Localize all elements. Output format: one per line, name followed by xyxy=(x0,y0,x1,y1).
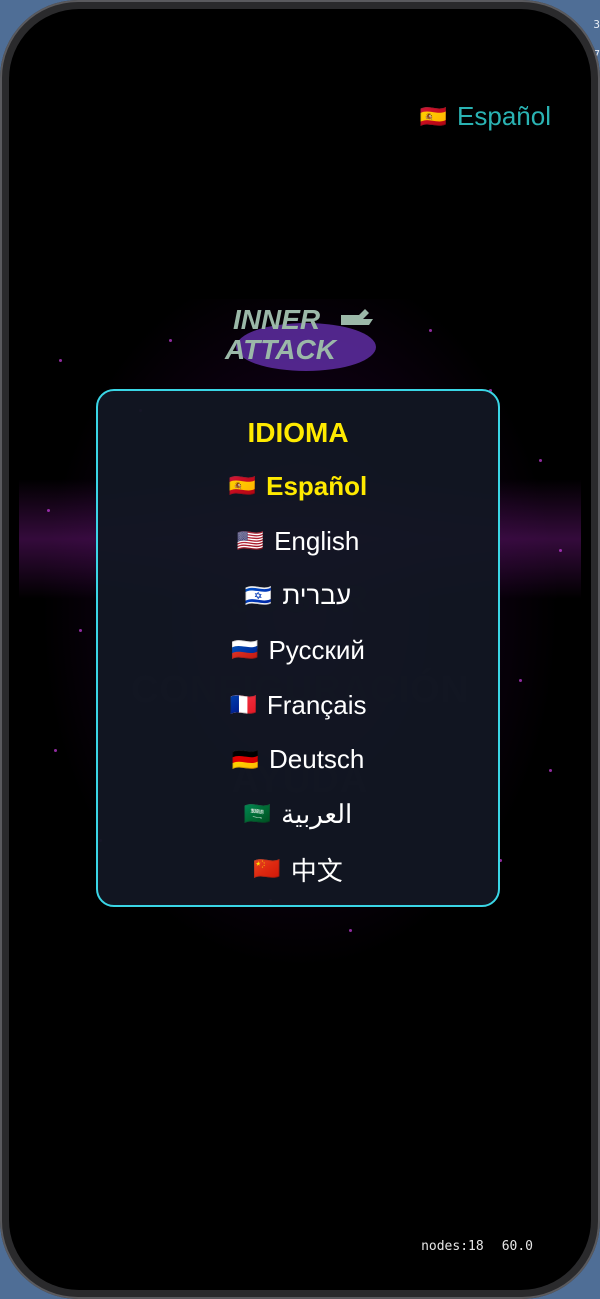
device-frame: 🇪🇸 Español INNER ATTACK JUGAR CONFIGURAC… xyxy=(0,0,600,1299)
star xyxy=(79,629,82,632)
language-option-label: Deutsch xyxy=(269,744,365,775)
china-flag-icon: 🇨🇳 xyxy=(253,856,281,882)
language-modal: IDIOMA 🇪🇸 Español 🇺🇸 English 🇮🇱 עברית 🇷🇺… xyxy=(96,389,500,907)
language-option-label: 中文 xyxy=(290,855,343,886)
france-flag-icon: 🇫🇷 xyxy=(229,692,257,718)
israel-flag-icon: 🇮🇱 xyxy=(244,582,273,608)
saudi-flag-icon: 🇸🇦 xyxy=(243,801,272,827)
star xyxy=(54,749,57,752)
us-flag-icon: 🇺🇸 xyxy=(236,528,265,554)
language-option-he[interactable]: 🇮🇱 עברית xyxy=(98,568,498,623)
star xyxy=(539,459,542,462)
star xyxy=(59,359,62,362)
language-option-ar[interactable]: 🇸🇦 العربية xyxy=(98,787,498,842)
language-list: 🇪🇸 Español 🇺🇸 English 🇮🇱 עברית 🇷🇺 Русски… xyxy=(98,459,498,897)
star xyxy=(349,929,352,932)
language-option-label: Español xyxy=(266,470,368,501)
current-language-label: Español xyxy=(457,101,551,131)
language-option-zh[interactable]: 🇨🇳 中文 xyxy=(98,842,498,897)
language-option-es[interactable]: 🇪🇸 Español xyxy=(98,459,498,514)
language-option-label: Français xyxy=(266,689,367,720)
language-option-label: Русский xyxy=(268,634,365,665)
language-option-label: العربية xyxy=(281,798,353,829)
star xyxy=(559,549,562,552)
language-option-de[interactable]: 🇩🇪 Deutsch xyxy=(98,732,498,787)
game-logo: INNER ATTACK xyxy=(221,299,391,379)
game-screen: 🇪🇸 Español INNER ATTACK JUGAR CONFIGURAC… xyxy=(9,9,591,1290)
language-option-ru[interactable]: 🇷🇺 Русский xyxy=(98,623,498,678)
language-option-en[interactable]: 🇺🇸 English xyxy=(98,514,498,569)
language-option-fr[interactable]: 🇫🇷 Français xyxy=(98,678,498,733)
star xyxy=(169,339,172,342)
logo-line-1: INNER xyxy=(233,304,321,335)
language-option-label: English xyxy=(274,525,360,556)
spain-flag-icon: 🇪🇸 xyxy=(419,103,448,129)
star xyxy=(429,329,432,332)
spain-flag-icon: 🇪🇸 xyxy=(228,473,257,499)
debug-node-count: nodes:18 xyxy=(421,1239,484,1254)
germany-flag-icon: 🇩🇪 xyxy=(231,746,259,772)
russia-flag-icon: 🇷🇺 xyxy=(231,637,259,663)
debug-overlay: nodes:18 60.0 xyxy=(421,1239,533,1254)
language-option-label: עברית xyxy=(282,580,352,611)
star xyxy=(47,509,50,512)
language-modal-title: IDIOMA xyxy=(247,417,349,448)
current-language-button[interactable]: 🇪🇸 Español xyxy=(420,101,551,132)
debug-fps: 60.0 xyxy=(501,1239,533,1254)
logo-line-2: ATTACK xyxy=(224,334,338,365)
